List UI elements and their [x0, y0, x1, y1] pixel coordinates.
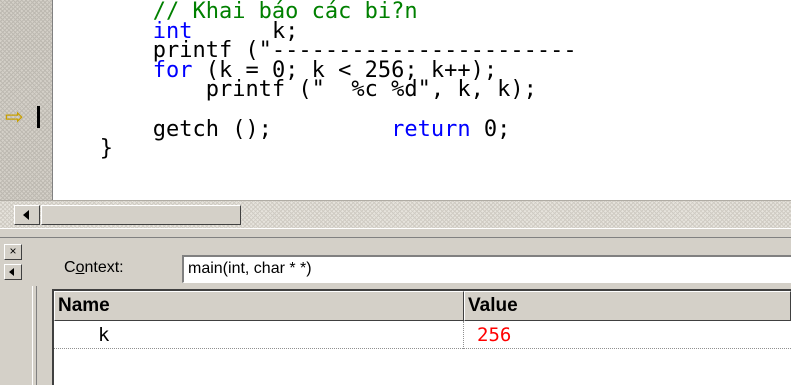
keyword-token: return — [391, 116, 471, 142]
collapse-arrow-icon[interactable] — [4, 264, 22, 280]
close-pane-button[interactable]: × — [4, 244, 22, 260]
editor-gutter[interactable] — [0, 0, 52, 200]
variables-pane: × Context: main(int, char * *) Name Valu… — [0, 238, 791, 385]
source-code[interactable]: // Khai báo các bi?n int k; printf ("---… — [60, 1, 577, 161]
scroll-left-button[interactable] — [14, 205, 40, 225]
context-label: Context: — [64, 258, 124, 278]
text-caret — [37, 106, 40, 128]
dock-grip[interactable] — [32, 286, 37, 385]
variable-name: k — [98, 324, 110, 346]
column-header-name[interactable]: Name — [54, 291, 464, 321]
context-dropdown[interactable]: main(int, char * *) — [182, 255, 791, 283]
horizontal-scrollbar[interactable] — [0, 200, 791, 228]
code-line[interactable]: printf (" %c %d", k, k); — [60, 77, 537, 102]
pane-side-bar: × — [0, 238, 40, 385]
code-token: 0; — [470, 116, 511, 142]
scroll-thumb[interactable] — [41, 205, 241, 225]
code-token: } — [99, 136, 113, 162]
code-line[interactable]: getch (); return 0; — [60, 116, 511, 142]
pane-splitter[interactable] — [0, 228, 791, 238]
context-label-text: Context: — [64, 259, 124, 276]
variable-value[interactable]: 256 — [477, 321, 511, 349]
gutter-divider — [52, 0, 53, 200]
code-token: getch (); — [152, 116, 392, 142]
code-line[interactable]: } — [60, 136, 113, 161]
code-editor[interactable]: ⇨ // Khai báo các bi?n int k; printf ("-… — [0, 0, 791, 228]
table-row[interactable]: k 256 — [54, 321, 791, 349]
variables-table: Name Value k 256 — [52, 289, 791, 385]
current-statement-arrow-icon: ⇨ — [5, 105, 24, 130]
column-header-value[interactable]: Value — [464, 291, 791, 321]
column-divider — [463, 321, 464, 349]
code-token: printf (" %c %d", k, k); — [205, 77, 537, 103]
